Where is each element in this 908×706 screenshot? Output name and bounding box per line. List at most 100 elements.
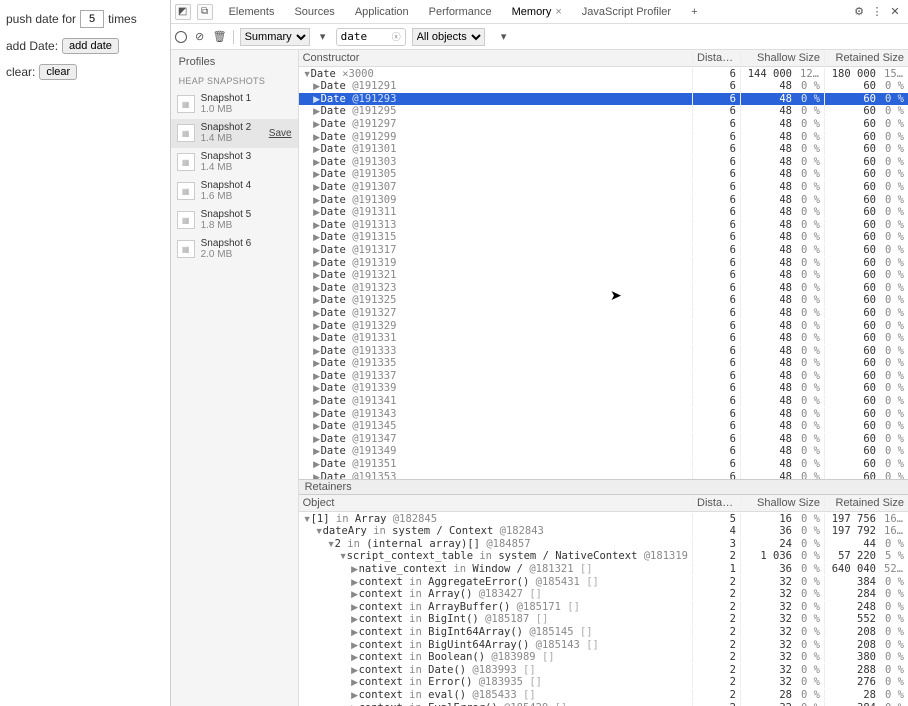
devtools-tab-application[interactable]: Application bbox=[345, 0, 419, 24]
col-distance-ret[interactable]: Distance bbox=[692, 497, 740, 509]
retainer-row[interactable]: ▶context in AggregateError() @185431 []2… bbox=[299, 575, 908, 588]
devtools-tab-performance[interactable]: Performance bbox=[419, 0, 502, 24]
col-shallow-size[interactable]: Shallow Size bbox=[740, 52, 824, 64]
retainer-row[interactable]: ▶context in Error() @183935 []2320 %2760… bbox=[299, 676, 908, 689]
heap-row[interactable]: ▶Date @1913496480 %600 % bbox=[299, 445, 908, 458]
retainer-row[interactable]: ▶context in BigInt() @185187 []2320 %552… bbox=[299, 613, 908, 626]
inspect-icon[interactable]: ◩ bbox=[175, 4, 191, 20]
col-retained-ret[interactable]: Retained Size bbox=[824, 497, 908, 509]
retainer-row[interactable]: ▶context in eval() @185433 []2280 %280 % bbox=[299, 689, 908, 702]
retainers-header[interactable]: Retainers bbox=[299, 479, 908, 495]
retainer-row[interactable]: ▼script_context_table in system / Native… bbox=[299, 550, 908, 563]
col-distance[interactable]: Distance bbox=[692, 52, 740, 64]
retainer-row[interactable]: ▶context in ArrayBuffer() @185171 []2320… bbox=[299, 600, 908, 613]
heap-row[interactable]: ▶Date @1913176480 %600 % bbox=[299, 244, 908, 257]
retainer-row[interactable]: ▶context in Boolean() @183989 []2320 %38… bbox=[299, 651, 908, 664]
retainer-row[interactable]: ▼dateAry in system / Context @1828434360… bbox=[299, 525, 908, 538]
new-tab-button[interactable]: + bbox=[681, 0, 707, 24]
more-icon[interactable]: ⋮ bbox=[868, 5, 886, 18]
perspective-select[interactable]: Summary bbox=[240, 28, 310, 46]
heap-row[interactable]: ▶Date @1913096480 %600 % bbox=[299, 193, 908, 206]
retainer-row[interactable]: ▼2 in (internal array)[] @1848573240 %44… bbox=[299, 537, 908, 550]
heap-row[interactable]: ▼Date ×30006144 00012 %180 00015 % bbox=[299, 67, 908, 80]
devtools-tab-javascript-profiler[interactable]: JavaScript Profiler bbox=[572, 0, 681, 24]
push-label-pre: push date for bbox=[6, 12, 76, 26]
snapshot-thumb-icon: ▦ bbox=[177, 124, 195, 142]
heap-row[interactable]: ▶Date @1913036480 %600 % bbox=[299, 156, 908, 169]
heap-row[interactable]: ▶Date @1913416480 %600 % bbox=[299, 395, 908, 408]
toolbar-dropdown-icon[interactable]: ▾ bbox=[497, 30, 511, 43]
profiles-title: Profiles bbox=[171, 50, 298, 72]
snapshot-size: 1.8 MB bbox=[201, 220, 252, 231]
record-icon[interactable] bbox=[175, 31, 187, 43]
heap-row[interactable]: ▶Date @1913276480 %600 % bbox=[299, 307, 908, 320]
snapshot-item[interactable]: ▦Snapshot 31.4 MB bbox=[171, 148, 298, 177]
heap-row[interactable]: ▶Date @1913296480 %600 % bbox=[299, 319, 908, 332]
heap-row[interactable]: ▶Date @1913316480 %600 % bbox=[299, 332, 908, 345]
profiles-sidebar: Profiles HEAP SNAPSHOTS ▦Snapshot 11.0 M… bbox=[171, 50, 299, 706]
heap-row[interactable]: ▶Date @1913436480 %600 % bbox=[299, 407, 908, 420]
heap-row[interactable]: ▶Date @1912996480 %600 % bbox=[299, 130, 908, 143]
device-toggle-icon[interactable]: ⧉ bbox=[197, 4, 213, 20]
heap-row[interactable]: ▶Date @1913476480 %600 % bbox=[299, 433, 908, 446]
snapshot-item[interactable]: ▦Snapshot 62.0 MB bbox=[171, 235, 298, 264]
settings-icon[interactable]: ⚙ bbox=[850, 5, 868, 18]
heap-row[interactable]: ▶Date @1913336480 %600 % bbox=[299, 344, 908, 357]
col-object[interactable]: Object bbox=[299, 497, 692, 509]
retainer-row[interactable]: ▶context in BigInt64Array() @185145 []23… bbox=[299, 626, 908, 639]
snapshot-thumb-icon: ▦ bbox=[177, 240, 195, 258]
close-devtools-icon[interactable]: ✕ bbox=[886, 5, 904, 18]
snapshot-save-link[interactable]: Save bbox=[269, 128, 292, 139]
objects-filter-select[interactable]: All objects bbox=[412, 28, 485, 46]
heap-row[interactable]: ▶Date @1913156480 %600 % bbox=[299, 231, 908, 244]
clear-label: clear: bbox=[6, 65, 35, 79]
heap-row[interactable]: ▶Date @1913516480 %600 % bbox=[299, 458, 908, 471]
heap-snapshots-header: HEAP SNAPSHOTS bbox=[171, 72, 298, 90]
heap-row[interactable]: ▶Date @1913136480 %600 % bbox=[299, 218, 908, 231]
class-filter-input[interactable] bbox=[341, 30, 392, 43]
snapshot-item[interactable]: ▦Snapshot 41.6 MB bbox=[171, 177, 298, 206]
col-retained-size[interactable]: Retained Size bbox=[824, 52, 908, 64]
heap-row[interactable]: ▶Date @1913016480 %600 % bbox=[299, 143, 908, 156]
heap-row[interactable]: ▶Date @1912936480 %600 % bbox=[299, 93, 908, 106]
heap-row[interactable]: ▶Date @1913236480 %600 % bbox=[299, 281, 908, 294]
devtools-tab-elements[interactable]: Elements bbox=[219, 0, 285, 24]
heap-row[interactable]: ▶Date @1913056480 %600 % bbox=[299, 168, 908, 181]
heap-row[interactable]: ▶Date @1913076480 %600 % bbox=[299, 181, 908, 194]
heap-row[interactable]: ▶Date @1913356480 %600 % bbox=[299, 357, 908, 370]
col-shallow-ret[interactable]: Shallow Size bbox=[740, 497, 824, 509]
clear-button[interactable]: clear bbox=[39, 64, 77, 80]
clear-all-icon[interactable]: ⊘ bbox=[193, 30, 207, 43]
devtools-tab-sources[interactable]: Sources bbox=[284, 0, 344, 24]
class-filter[interactable]: ⓧ bbox=[336, 28, 406, 46]
heap-row[interactable]: ▶Date @1913216480 %600 % bbox=[299, 269, 908, 282]
retainer-row[interactable]: ▼[1] in Array @1828455160 %197 75616 % bbox=[299, 512, 908, 525]
delete-icon[interactable]: 🗑 bbox=[213, 30, 227, 43]
retainer-row[interactable]: ▶context in BigUint64Array() @185143 []2… bbox=[299, 638, 908, 651]
snapshot-item[interactable]: ▦Snapshot 11.0 MB bbox=[171, 90, 298, 119]
clear-filter-icon[interactable]: ⓧ bbox=[392, 30, 401, 43]
snapshot-size: 1.6 MB bbox=[201, 191, 252, 202]
snapshot-item[interactable]: ▦Snapshot 51.8 MB bbox=[171, 206, 298, 235]
snapshot-name: Snapshot 5 bbox=[201, 209, 252, 220]
devtools-tab-memory[interactable]: Memory× bbox=[502, 0, 572, 24]
heap-row[interactable]: ▶Date @1912956480 %600 % bbox=[299, 105, 908, 118]
heap-row[interactable]: ▶Date @1913396480 %600 % bbox=[299, 382, 908, 395]
heap-row[interactable]: ▶Date @1913456480 %600 % bbox=[299, 420, 908, 433]
snapshot-item[interactable]: ▦Snapshot 21.4 MBSave bbox=[171, 119, 298, 148]
retainer-row[interactable]: ▶context in Date() @183993 []2320 %2880 … bbox=[299, 663, 908, 676]
col-constructor[interactable]: Constructor bbox=[299, 52, 692, 64]
heap-row[interactable]: ▶Date @1912976480 %600 % bbox=[299, 118, 908, 131]
add-date-button[interactable]: add date bbox=[62, 38, 119, 54]
retainer-row[interactable]: ▶context in Array() @183427 []2320 %2840… bbox=[299, 588, 908, 601]
heap-row[interactable]: ▶Date @1912916480 %600 % bbox=[299, 80, 908, 93]
close-tab-icon[interactable]: × bbox=[555, 6, 561, 18]
retainer-row[interactable]: ▶native_context in Window / @181321 []13… bbox=[299, 563, 908, 576]
retainer-row[interactable]: ▶context in EvalError() @185429 []2320 %… bbox=[299, 701, 908, 706]
push-count-input[interactable] bbox=[80, 10, 104, 28]
heap-row[interactable]: ▶Date @1913376480 %600 % bbox=[299, 370, 908, 383]
heap-row[interactable]: ▶Date @1913196480 %600 % bbox=[299, 256, 908, 269]
heap-row[interactable]: ▶Date @1913256480 %600 % bbox=[299, 294, 908, 307]
heap-row[interactable]: ▶Date @1913116480 %600 % bbox=[299, 206, 908, 219]
heap-row[interactable]: ▶Date @1913536480 %600 % bbox=[299, 470, 908, 479]
